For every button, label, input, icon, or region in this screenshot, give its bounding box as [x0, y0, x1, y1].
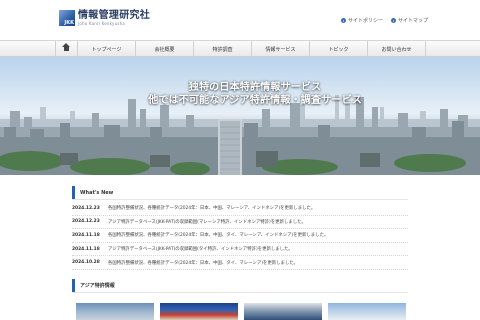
- nav-item-top[interactable]: トップページ: [78, 41, 136, 57]
- nav-item-info-services[interactable]: 情報サービス: [252, 41, 310, 57]
- nav-item-contact[interactable]: お問い合わせ: [368, 41, 426, 57]
- arrow-circle-icon: [390, 18, 396, 23]
- thumbnail-image[interactable]: [328, 303, 406, 320]
- asia-thumbnails: [76, 303, 406, 320]
- hero-line-2: 他では不可能なアジア特許情報・調査サービス: [148, 95, 362, 106]
- whats-new-heading: What's New: [72, 186, 408, 199]
- home-icon: [62, 43, 70, 52]
- city-skyline-image: [0, 95, 480, 175]
- nav-home-button[interactable]: [55, 41, 78, 57]
- news-item: 2024.10.28 各国特許整備状況、各種統計データ(2024年：日本、中国、…: [72, 256, 408, 270]
- logo-text: 情報管理研究社 Joho Kanri Kenkyusha: [78, 10, 150, 27]
- news-date: 2024.10.28: [72, 260, 100, 266]
- site-header: JKK 情報管理研究社 Joho Kanri Kenkyusha サイトポリシー…: [0, 0, 480, 40]
- news-link[interactable]: 各国特許整備状況、各種統計データ(2024年：日本、中国、タイ、マレーシア)を更…: [108, 260, 298, 266]
- sitemap-label: サイトマップ: [397, 18, 428, 24]
- logo-mark-icon: JKK: [59, 10, 75, 26]
- news-date: 2024.11.18: [72, 246, 100, 252]
- utility-links: サイトポリシー サイトマップ: [340, 17, 428, 24]
- news-link[interactable]: アジア特許データベース(JKK-PAT)の収録範囲(マレーシア特許、インドネシア…: [108, 219, 306, 225]
- nav-item-company[interactable]: 会社概要: [136, 41, 194, 57]
- news-list: 2024.12.23 各国特許整備状況、各種統計データ(2024年：日本、中国、…: [72, 202, 408, 270]
- asia-patent-heading: アジア特許情報: [72, 278, 408, 292]
- thumbnail-image[interactable]: [160, 303, 238, 320]
- global-nav: トップページ 会社概要 特許調査 情報サービス トピック お問い合わせ: [0, 40, 480, 57]
- news-date: 2024.12.23: [72, 219, 100, 225]
- hero-catchcopy: 独特の日本特許情報サービス 他では不可能なアジア特許情報・調査サービス: [148, 81, 362, 107]
- news-date: 2024.11.18: [72, 232, 100, 238]
- news-date: 2024.12.23: [72, 205, 100, 211]
- news-item: 2024.11.18 各国特許整備状況、各種統計データ(2024年：日本、中国、…: [72, 229, 408, 243]
- main-content: What's New 2024.12.23 各国特許整備状況、各種統計データ(2…: [72, 186, 408, 292]
- thumbnail-image[interactable]: [76, 303, 154, 320]
- news-item: 2024.11.18 アジア特許データベース(JKK-PAT)の収録範囲(タイ特…: [72, 243, 408, 257]
- nav-item-patent-search[interactable]: 特許調査: [194, 41, 252, 57]
- news-item: 2024.12.23 アジア特許データベース(JKK-PAT)の収録範囲(マレー…: [72, 216, 408, 230]
- site-logo[interactable]: JKK 情報管理研究社 Joho Kanri Kenkyusha: [59, 10, 150, 27]
- logo-title: 情報管理研究社: [78, 10, 151, 21]
- site-policy-label: サイトポリシー: [347, 18, 383, 24]
- news-link[interactable]: 各国特許整備状況、各種統計データ(2024年：日本、中国、マレーシア、インドネシ…: [108, 205, 315, 211]
- news-link[interactable]: アジア特許データベース(JKK-PAT)の収録範囲(タイ特許、インドネシア特許)…: [108, 246, 293, 252]
- sitemap-link[interactable]: サイトマップ: [390, 17, 428, 24]
- global-nav-inner: トップページ 会社概要 特許調査 情報サービス トピック お問い合わせ: [55, 41, 426, 57]
- site-policy-link[interactable]: サイトポリシー: [340, 17, 383, 24]
- news-item: 2024.12.23 各国特許整備状況、各種統計データ(2024年：日本、中国、…: [72, 202, 408, 216]
- arrow-circle-icon: [340, 18, 346, 23]
- logo-mark-text: JKK: [64, 20, 74, 26]
- news-link[interactable]: 各国特許整備状況、各種統計データ(2024年：日本、中国、タイ、マレーシア、イン…: [108, 232, 328, 238]
- hero-line-1: 独特の日本特許情報サービス: [188, 82, 322, 93]
- logo-subtitle: Joho Kanri Kenkyusha: [78, 21, 126, 26]
- thumbnail-image[interactable]: [244, 303, 322, 320]
- nav-item-topics[interactable]: トピック: [310, 41, 368, 57]
- hero-banner: 独特の日本特許情報サービス 他では不可能なアジア特許情報・調査サービス: [0, 57, 480, 175]
